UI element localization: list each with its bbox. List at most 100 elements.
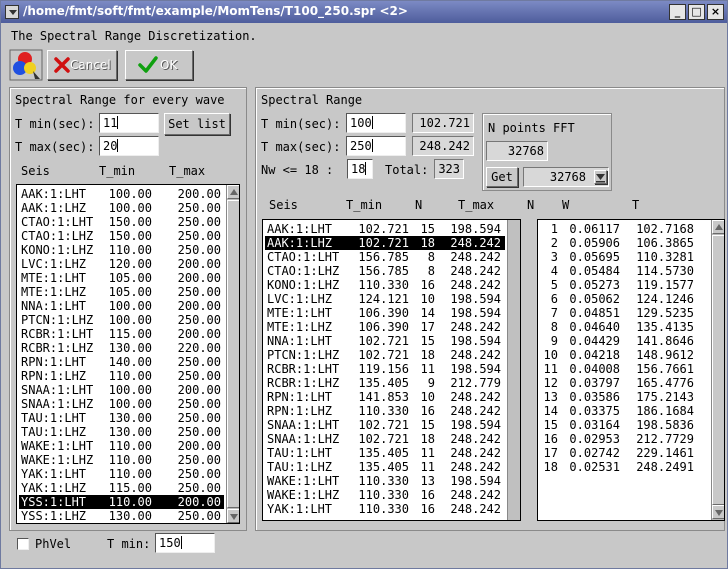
close-button[interactable]: × [707,4,724,20]
list-item[interactable]: YAK:1:LHZ 115.00 250.00 [19,481,224,495]
spectral-range-list[interactable]: AAK:1:LHT 102.721 15 198.594 AAK:1:LHZ 102.72… [262,219,521,521]
table-row[interactable]: AAK:1:LHZ 102.721 18 248.242 [265,236,505,250]
fft-select[interactable]: 32768 [523,167,609,187]
list-item[interactable]: WAKE:1:LHT 110.00 200.00 [19,439,224,453]
range-tmax-cell: 248.242 [450,236,501,250]
table-row[interactable]: WAKE:1:LHT 110.330 13 198.594 [265,474,505,488]
range-n-cell: 9 [427,376,435,390]
freq-row[interactable]: 18 0.02531 248.2491 [540,460,708,474]
freq-row[interactable]: 14 0.03375 186.1684 [540,404,708,418]
freq-list-scrollbar[interactable] [711,220,724,520]
right-tmax-input[interactable]: 250 [346,136,406,156]
wave-list-scrollbar[interactable] [226,185,239,523]
table-row[interactable]: TAU:1:LHZ 135.405 11 248.242 [265,460,505,474]
freq-row[interactable]: 16 0.02953 212.7729 [540,432,708,446]
list-item[interactable]: YAK:1:LHT 110.00 250.00 [19,467,224,481]
freq-t-cell: 141.8646 [636,334,694,348]
list-item[interactable]: MTE:1:LHZ 105.00 250.00 [19,285,224,299]
table-row[interactable]: LVC:1:LHZ 124.121 10 198.594 [265,292,505,306]
freq-scroll-thumb[interactable] [712,235,724,505]
list-item[interactable]: MTE:1:LHT 105.00 200.00 [19,271,224,285]
freq-row[interactable]: 8 0.04640 135.4135 [540,320,708,334]
table-row[interactable]: SNAA:1:LHZ 102.721 18 248.242 [265,432,505,446]
left-tmin-input[interactable]: 11 [99,113,159,133]
ok-button[interactable]: OK [125,50,193,80]
list-item[interactable]: SNAA:1:LHZ 100.00 250.00 [19,397,224,411]
freq-row[interactable]: 11 0.04008 156.7661 [540,362,708,376]
nw-input[interactable]: 18 [347,159,373,179]
list-item[interactable]: KONO:1:LHZ 110.00 250.00 [19,243,224,257]
list-item[interactable]: NNA:1:LHT 100.00 200.00 [19,299,224,313]
freq-row[interactable]: 6 0.05062 124.1246 [540,292,708,306]
freq-row[interactable]: 3 0.05695 110.3281 [540,250,708,264]
wave-tmin-cell: 110.00 [108,439,152,453]
freq-row[interactable]: 5 0.05273 119.1577 [540,278,708,292]
table-row[interactable]: KONO:1:LHZ 110.330 16 248.242 [265,278,505,292]
freq-row[interactable]: 1 0.06117 102.7168 [540,222,708,236]
table-row[interactable]: YAK:1:LHT 110.330 16 248.242 [265,502,505,516]
phvel-checkbox[interactable] [17,538,29,550]
table-row[interactable]: RPN:1:LHZ 110.330 16 248.242 [265,404,505,418]
freq-scroll-down-icon[interactable] [712,505,724,519]
freq-row[interactable]: 10 0.04218 148.9612 [540,348,708,362]
left-tmax-input[interactable]: 20 [99,136,159,156]
window-menu-icon[interactable] [5,5,19,19]
scroll-thumb[interactable] [227,200,239,508]
cancel-button[interactable]: Cancel [47,50,117,80]
table-row[interactable]: PTCN:1:LHZ 102.721 18 248.242 [265,348,505,362]
table-row[interactable]: AAK:1:LHT 102.721 15 198.594 [265,222,505,236]
list-item[interactable]: AAK:1:LHZ 100.00 250.00 [19,201,224,215]
table-row[interactable]: WAKE:1:LHZ 110.330 16 248.242 [265,488,505,502]
table-row[interactable]: RPN:1:LHT 141.853 10 248.242 [265,390,505,404]
freq-row[interactable]: 4 0.05484 114.5730 [540,264,708,278]
list-item[interactable]: CTAO:1:LHZ 150.00 250.00 [19,229,224,243]
list-item[interactable]: RPN:1:LHT 140.00 250.00 [19,355,224,369]
freq-row[interactable]: 12 0.03797 165.4776 [540,376,708,390]
list-item[interactable]: SNAA:1:LHT 100.00 200.00 [19,383,224,397]
list-item[interactable]: TAU:1:LHT 130.00 250.00 [19,411,224,425]
freq-n-cell: 16 [543,432,558,446]
frequency-list[interactable]: 1 0.06117 102.7168 2 0.05906 106.3865 3 0.05695… [537,219,725,521]
set-list-button[interactable]: Set list [164,113,230,135]
list-item[interactable]: RCBR:1:LHZ 130.00 220.00 [19,341,224,355]
list-item[interactable]: RCBR:1:LHT 115.00 200.00 [19,327,224,341]
freq-row[interactable]: 9 0.04429 141.8646 [540,334,708,348]
scroll-down-icon[interactable] [227,509,239,523]
list-item[interactable]: LVC:1:LHZ 120.00 200.00 [19,257,224,271]
table-row[interactable]: MTE:1:LHZ 106.390 17 248.242 [265,320,505,334]
freq-row[interactable]: 17 0.02742 229.1461 [540,446,708,460]
right-tmin-input[interactable]: 100 [346,113,406,133]
spectral-list-scrollbar[interactable] [507,220,520,520]
maximize-button[interactable]: □ [688,4,705,20]
title-bar[interactable]: /home/fmt/soft/fmt/example/MomTens/T100_… [1,1,727,23]
table-row[interactable]: RCBR:1:LHT 119.156 11 198.594 [265,362,505,376]
list-item[interactable]: YSS:1:LHZ 130.00 250.00 [19,509,224,523]
freq-row[interactable]: 15 0.03164 198.5836 [540,418,708,432]
list-item[interactable]: AAK:1:LHT 100.00 200.00 [19,187,224,201]
list-item[interactable]: CTAO:1:LHT 150.00 250.00 [19,215,224,229]
get-button[interactable]: Get [486,167,518,187]
bottom-tmin-input[interactable]: 150 [155,533,215,553]
freq-row[interactable]: 13 0.03586 175.2143 [540,390,708,404]
list-item[interactable]: YSS:1:LHT 110.00 200.00 [19,495,224,509]
wave-tmax-cell: 250.00 [177,453,221,467]
list-item[interactable]: TAU:1:LHZ 130.00 250.00 [19,425,224,439]
tmin-readout: 102.721 [412,113,474,133]
table-row[interactable]: TAU:1:LHT 135.405 11 248.242 [265,446,505,460]
list-item[interactable]: WAKE:1:LHZ 110.00 250.00 [19,453,224,467]
table-row[interactable]: MTE:1:LHT 106.390 14 198.594 [265,306,505,320]
table-row[interactable]: NNA:1:LHT 102.721 15 198.594 [265,334,505,348]
minimize-button[interactable]: _ [669,4,686,20]
list-item[interactable]: RPN:1:LHZ 110.00 250.00 [19,369,224,383]
table-row[interactable]: SNAA:1:LHT 102.721 15 198.594 [265,418,505,432]
chevron-down-icon[interactable] [594,170,607,184]
freq-row[interactable]: 7 0.04851 129.5235 [540,306,708,320]
freq-row[interactable]: 2 0.05906 106.3865 [540,236,708,250]
freq-scroll-up-icon[interactable] [712,220,724,234]
list-item[interactable]: PTCN:1:LHZ 100.00 250.00 [19,313,224,327]
table-row[interactable]: CTAO:1:LHZ 156.785 8 248.242 [265,264,505,278]
table-row[interactable]: RCBR:1:LHZ 135.405 9 212.779 [265,376,505,390]
wave-range-list[interactable]: AAK:1:LHT 100.00 200.00 AAK:1:LHZ 100.00 250.… [16,184,240,524]
scroll-up-icon[interactable] [227,185,239,199]
table-row[interactable]: CTAO:1:LHT 156.785 8 248.242 [265,250,505,264]
